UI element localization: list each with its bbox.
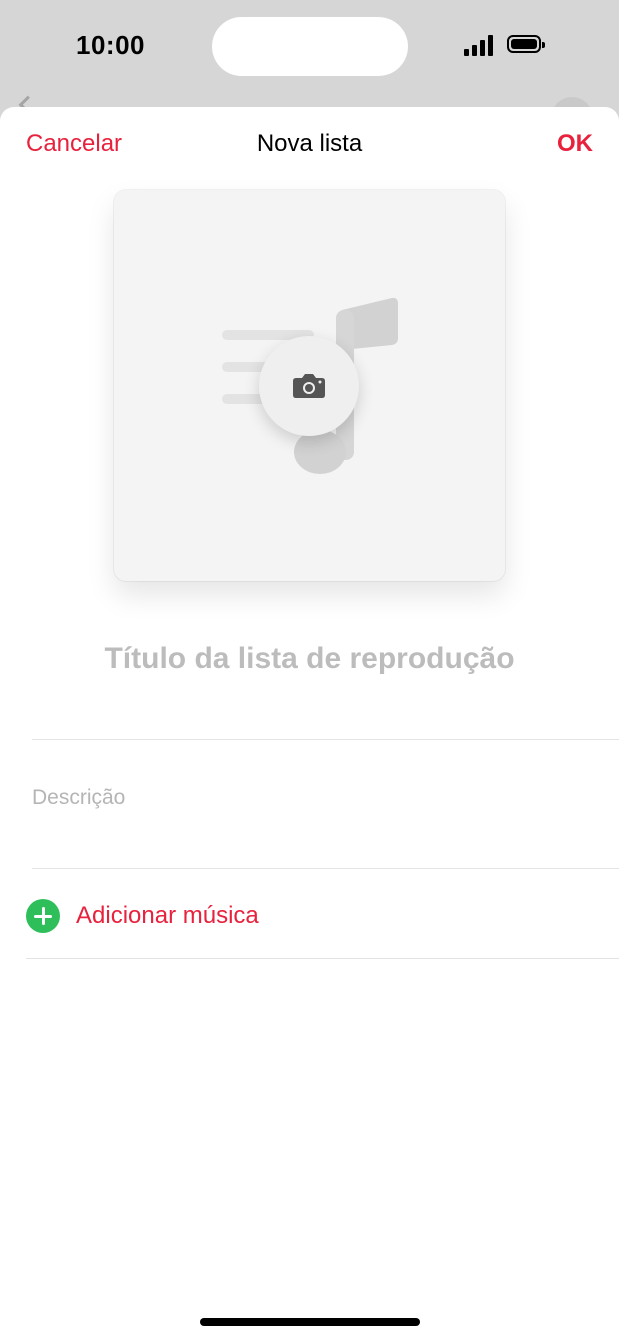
playlist-title-input[interactable] <box>0 642 619 676</box>
cellular-signal-icon <box>464 34 494 56</box>
description-divider <box>32 868 619 869</box>
battery-icon <box>507 35 545 53</box>
add-music-divider <box>26 958 619 959</box>
title-divider <box>32 739 619 740</box>
add-music-label: Adicionar música <box>76 902 259 929</box>
sheet-title: Nova lista <box>256 130 363 157</box>
ok-button[interactable]: OK <box>557 130 593 158</box>
camera-icon <box>293 374 325 398</box>
add-music-button[interactable]: Adicionar música <box>26 896 619 936</box>
plus-circle-icon <box>26 899 60 933</box>
add-photo-button[interactable] <box>259 336 359 436</box>
status-time: 10:00 <box>76 30 145 60</box>
dynamic-island <box>212 17 408 76</box>
description-input[interactable] <box>32 786 592 810</box>
home-indicator[interactable] <box>200 1318 420 1326</box>
